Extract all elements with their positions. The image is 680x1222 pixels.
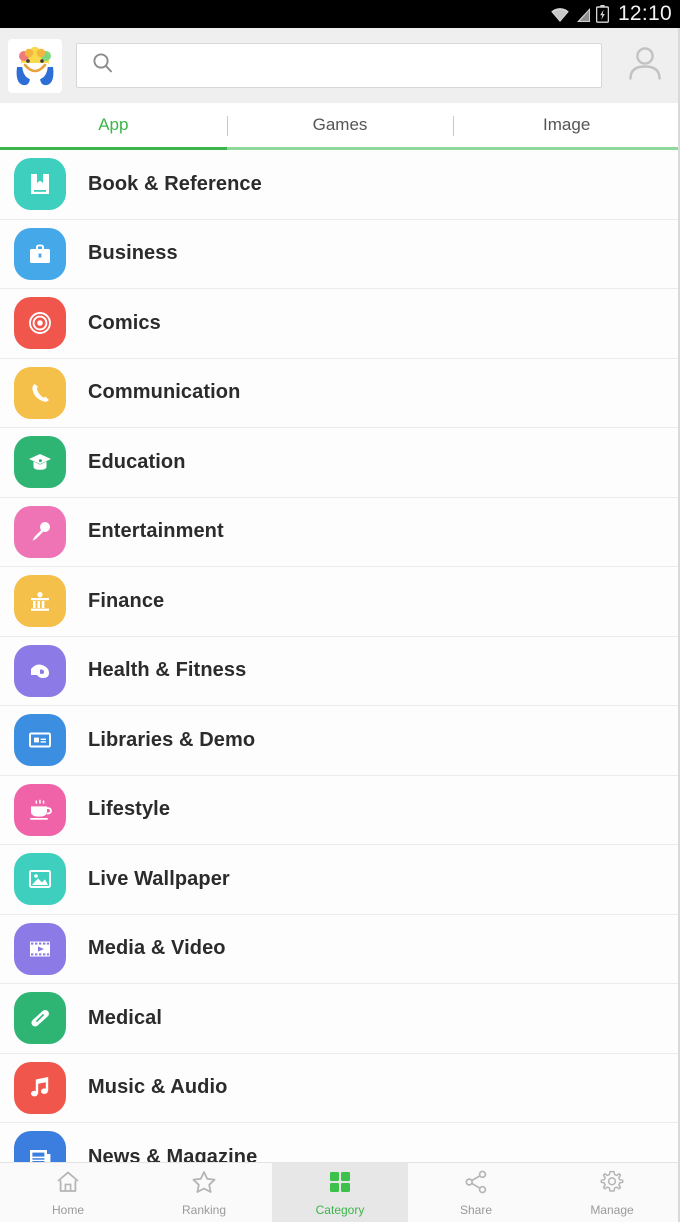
app-screen: 12:10 App Games Image Book & Reference B… [0,0,680,1222]
share-icon [463,1169,489,1200]
profile-button[interactable] [616,37,674,95]
photo-icon [14,853,66,906]
spiral-icon [14,297,66,350]
list-item-label: Entertainment [88,520,224,543]
grid-icon [327,1169,353,1200]
tab-divider [226,116,228,136]
nav-item-category[interactable]: Category [272,1163,408,1222]
tab-games[interactable]: Games [226,103,454,147]
tab-app[interactable]: App [0,103,227,150]
list-item[interactable]: Lifestyle [0,775,680,845]
search-input[interactable] [125,55,559,76]
status-bar: 12:10 [0,0,680,28]
tab-label: Games [312,115,368,134]
list-item-label: Education [88,450,186,473]
list-item-label: Comics [88,311,161,334]
list-item[interactable]: Communication [0,358,680,428]
battery-icon [595,5,609,23]
category-list[interactable]: Book & Reference Business Comics Communi… [0,150,680,1162]
list-item-label: Health & Fitness [88,659,247,682]
star-icon [191,1169,217,1200]
tab-label: App [98,115,129,134]
nav-item-ranking[interactable]: Ranking [136,1163,272,1222]
music-note-icon [14,1061,66,1114]
list-item-label: Live Wallpaper [88,867,230,890]
list-item-label: Medical [88,1006,163,1029]
muscle-arm-icon [14,644,66,697]
list-item[interactable]: Libraries & Demo [0,706,680,776]
search-bar[interactable] [76,43,602,88]
tab-label: Image [543,115,591,134]
top-bar [0,28,680,103]
signal-icon [576,6,591,23]
search-icon [91,51,115,80]
list-item[interactable]: Business [0,219,680,289]
list-item[interactable]: Health & Fitness [0,636,680,706]
nav-item-home[interactable]: Home [0,1163,136,1222]
bottom-nav-bar: Home Ranking Category Share Manage [0,1162,680,1222]
list-item-label: Music & Audio [88,1076,228,1099]
list-item-label: Business [88,242,178,265]
list-item-label: Media & Video [88,937,226,960]
list-item-label: Finance [88,589,165,612]
list-item-label: Lifestyle [88,798,171,821]
list-item[interactable]: Medical [0,984,680,1054]
coffee-cup-icon [14,783,66,836]
bank-icon [14,575,66,628]
gear-icon [599,1169,625,1200]
profile-icon [623,41,667,90]
list-item[interactable]: Education [0,428,680,498]
list-item-label: Communication [88,381,241,404]
phone-icon [14,366,66,419]
wifi-icon [549,6,571,23]
nav-item-label: Category [315,1202,365,1217]
nav-item-manage[interactable]: Manage [544,1163,680,1222]
tab-bar: App Games Image [0,103,680,150]
film-play-icon [14,922,66,975]
list-item-label: Book & Reference [88,172,262,195]
list-item[interactable]: Comics [0,289,680,359]
status-bar-clock: 12:10 [617,2,672,25]
list-item[interactable]: Media & Video [0,914,680,984]
graduation-cap-icon [14,436,66,489]
list-item[interactable]: News & Magazine [0,1123,680,1162]
app-store-mascot-logo[interactable] [8,38,62,93]
list-item-label: News & Magazine [88,1145,258,1162]
list-item[interactable]: Finance [0,567,680,637]
list-item[interactable]: Music & Audio [0,1053,680,1123]
nav-item-label: Home [51,1202,84,1217]
list-item[interactable]: Book & Reference [0,150,680,220]
briefcase-icon [14,227,66,280]
list-item-label: Libraries & Demo [88,728,256,751]
list-item[interactable]: Entertainment [0,497,680,567]
book-icon [14,158,66,211]
home-icon [55,1169,81,1200]
nav-item-label: Manage [590,1202,634,1217]
nav-item-label: Ranking [181,1202,227,1217]
nav-item-label: Share [459,1202,493,1217]
newspaper-icon [14,1131,66,1162]
tab-divider [453,116,455,136]
pill-icon [14,992,66,1045]
microphone-icon [14,505,66,558]
nav-item-share[interactable]: Share [408,1163,544,1222]
tab-image[interactable]: Image [453,103,680,147]
list-item[interactable]: Live Wallpaper [0,845,680,915]
card-icon [14,714,66,767]
